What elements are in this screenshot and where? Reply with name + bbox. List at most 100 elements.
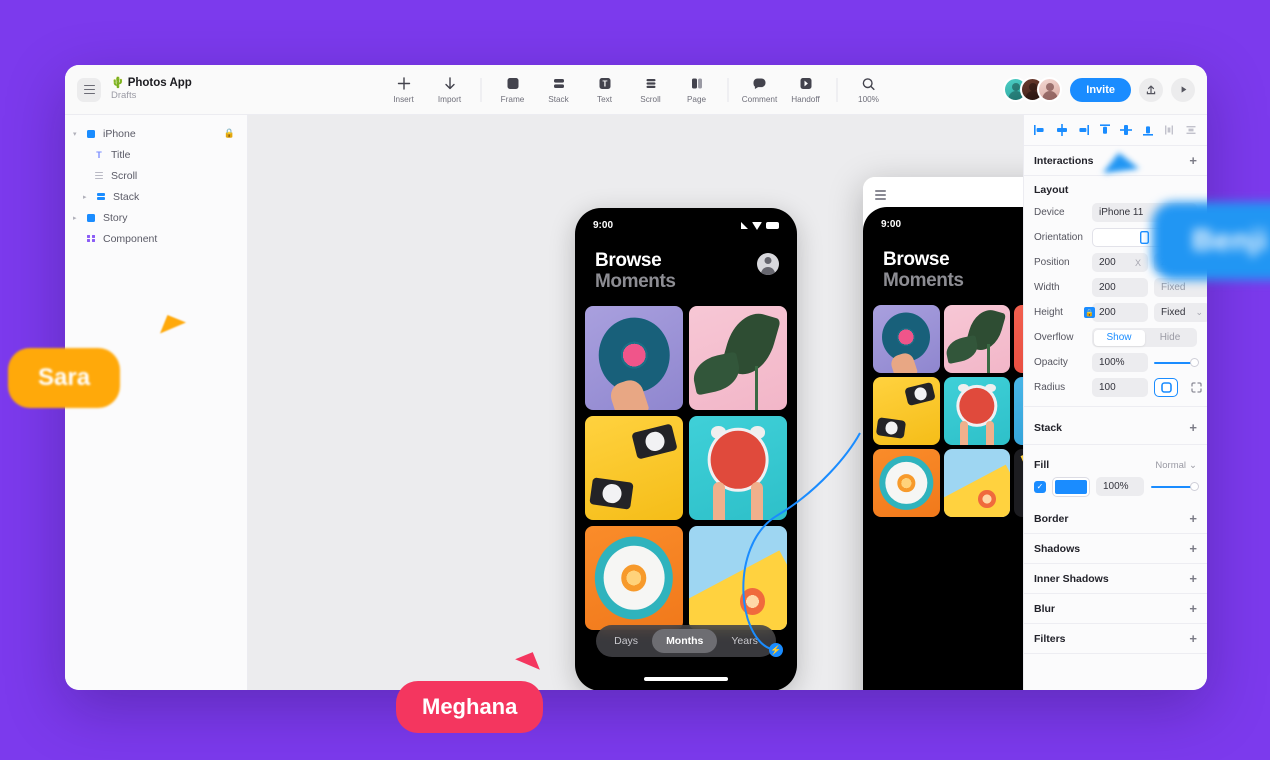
height-mode-select[interactable]: Fixed ⌄ — [1154, 303, 1207, 322]
overflow-toggle: Show Hide — [1092, 328, 1197, 347]
position-x-suffix: X — [1134, 257, 1141, 268]
height-input[interactable]: 200 — [1092, 303, 1148, 322]
corner-uniform-icon[interactable] — [1154, 378, 1178, 397]
phone-title-line2: Moments — [883, 269, 964, 291]
photo-cell[interactable] — [689, 525, 787, 630]
add-shadow-button[interactable]: + — [1189, 542, 1197, 555]
fill-enabled-checkbox[interactable]: ✓ — [1034, 480, 1046, 493]
document-info: 🌵 Photos App Drafts — [111, 77, 192, 102]
section-border[interactable]: Border + — [1024, 504, 1207, 534]
hamburger-icon[interactable] — [77, 77, 101, 102]
photo-cell[interactable] — [585, 415, 683, 520]
distribute-vertical-icon[interactable] — [1184, 123, 1198, 137]
section-blur[interactable]: Blur + — [1024, 594, 1207, 624]
overflow-show-option[interactable]: Show — [1093, 329, 1145, 346]
fill-color-swatch[interactable] — [1053, 477, 1089, 496]
align-left-icon[interactable] — [1033, 123, 1047, 137]
link-lock-icon[interactable]: 🔒 — [1084, 307, 1095, 318]
zoom-control[interactable]: 100% — [846, 68, 892, 112]
sidebar-item-stack[interactable]: Stack — [65, 186, 247, 207]
phone-mockup-right[interactable]: 9:00 Browse Moments — [863, 207, 1023, 690]
fill-opacity-input[interactable]: 100% — [1096, 477, 1144, 496]
section-inner-shadows[interactable]: Inner Shadows + — [1024, 564, 1207, 594]
tool-text[interactable]: T Text — [582, 68, 628, 112]
photo-cell[interactable] — [943, 449, 1011, 518]
sidebar-item-story[interactable]: Story — [65, 207, 247, 228]
section-stack[interactable]: Stack + — [1024, 413, 1207, 438]
photo-cell[interactable] — [873, 305, 940, 374]
opacity-label: Opacity — [1034, 357, 1068, 368]
play-icon[interactable] — [1171, 77, 1195, 102]
overflow-hide-option[interactable]: Hide — [1145, 330, 1196, 346]
tab-months[interactable]: Months — [652, 629, 718, 653]
position-x-input[interactable]: 200 X — [1092, 253, 1148, 272]
invite-button[interactable]: Invite — [1070, 77, 1131, 102]
chevron-down-icon[interactable] — [73, 130, 83, 138]
layer-label: Component — [103, 232, 158, 245]
sidebar-item-scroll[interactable]: Scroll — [65, 165, 247, 186]
tab-years[interactable]: Years — [717, 629, 771, 653]
tool-import[interactable]: Import — [427, 68, 473, 112]
frame-icon — [506, 76, 519, 92]
section-shadows[interactable]: Shadows + — [1024, 534, 1207, 564]
distribute-horizontal-icon[interactable] — [1162, 123, 1176, 137]
sidebar-item-iphone[interactable]: iPhone 🔒 — [65, 123, 247, 144]
phone-status-bar: 9:00 — [575, 208, 797, 231]
photo-cell[interactable] — [943, 305, 1011, 374]
tab-days[interactable]: Days — [600, 629, 652, 653]
align-top-icon[interactable] — [1098, 123, 1112, 137]
alignment-toolbar — [1024, 115, 1207, 146]
tool-page[interactable]: Page — [674, 68, 720, 112]
sidebar-item-component[interactable]: Component — [65, 228, 247, 249]
share-upload-icon[interactable] — [1139, 77, 1163, 102]
add-filter-button[interactable]: + — [1189, 632, 1197, 645]
tool-handoff[interactable]: Handoff — [783, 68, 829, 112]
photo-cell[interactable] — [585, 525, 683, 630]
tool-frame[interactable]: Frame — [490, 68, 536, 112]
photo-cell[interactable] — [873, 449, 940, 518]
tool-comment[interactable]: Comment — [737, 68, 783, 112]
add-interaction-button[interactable]: + — [1189, 154, 1197, 167]
width-mode-select[interactable]: Fixed — [1154, 278, 1207, 297]
radius-input[interactable]: 100 — [1092, 378, 1148, 397]
photo-cell[interactable] — [873, 377, 940, 446]
cursor-label: Sara — [8, 348, 121, 408]
photo-cell[interactable] — [585, 306, 683, 410]
photo-cell[interactable] — [1014, 377, 1023, 446]
photo-cell[interactable] — [1014, 449, 1023, 518]
chevron-right-icon[interactable] — [73, 214, 83, 222]
align-center-vertical-icon[interactable] — [1119, 123, 1133, 137]
add-blur-button[interactable]: + — [1189, 602, 1197, 615]
photo-cell[interactable] — [943, 377, 1011, 446]
lock-icon[interactable]: 🔒 — [224, 128, 235, 139]
add-inner-shadow-button[interactable]: + — [1189, 572, 1197, 585]
align-center-horizontal-icon[interactable] — [1055, 123, 1069, 137]
phone-mockup-left[interactable]: 9:00 Browse Moments Days Months Years — [575, 208, 797, 690]
lightning-bolt-icon[interactable]: ⚡ — [769, 643, 783, 657]
corner-independent-icon[interactable] — [1184, 378, 1207, 397]
section-filters[interactable]: Filters + — [1024, 624, 1207, 654]
opacity-slider[interactable] — [1154, 353, 1199, 372]
design-canvas[interactable]: 9:00 Browse Moments Days Months Years 9:… — [248, 115, 1023, 690]
opacity-input[interactable]: 100% — [1092, 353, 1148, 372]
photo-cell[interactable] — [689, 415, 787, 520]
hamburger-icon[interactable] — [875, 190, 886, 200]
align-bottom-icon[interactable] — [1141, 123, 1155, 137]
tool-insert[interactable]: Insert — [381, 68, 427, 112]
width-input[interactable]: 200 — [1092, 278, 1148, 297]
add-border-button[interactable]: + — [1189, 512, 1197, 525]
add-stack-button[interactable]: + — [1189, 421, 1197, 434]
photo-cell[interactable] — [1014, 305, 1023, 374]
preview-window-right[interactable]: ⟳ ✕ 9:00 Browse Mom — [863, 177, 1023, 690]
avatar[interactable] — [1037, 77, 1063, 102]
align-right-icon[interactable] — [1076, 123, 1090, 137]
photo-cell[interactable] — [689, 306, 787, 410]
fill-opacity-slider[interactable] — [1151, 477, 1199, 496]
height-label: Height — [1034, 307, 1063, 318]
chevron-right-icon[interactable] — [83, 193, 93, 201]
blend-mode-select[interactable]: Normal ⌄ — [1155, 460, 1197, 471]
tool-scroll[interactable]: Scroll — [628, 68, 674, 112]
tool-stack[interactable]: Stack — [536, 68, 582, 112]
user-avatar-icon[interactable] — [757, 253, 779, 275]
sidebar-item-title[interactable]: T Title — [65, 144, 247, 165]
